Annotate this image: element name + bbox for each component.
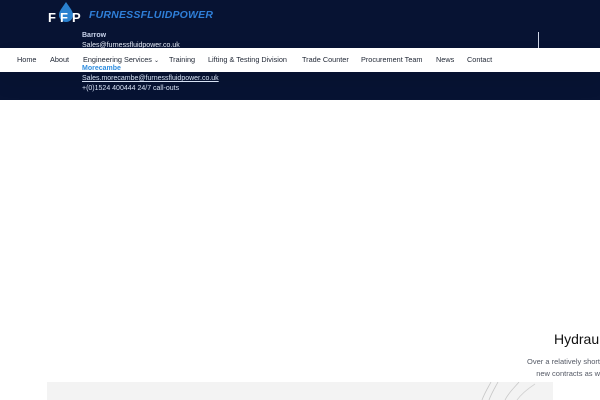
nav-item-home[interactable]: Home [17,48,36,72]
nav-item-contact[interactable]: Contact [467,48,492,72]
morecambe-label: Morecambe [82,65,121,72]
hero-text-line: Over a relatively short [527,357,600,366]
hero-description: Over a relatively short new contracts as… [510,356,600,380]
logo-wordmark: FURNESSFLUIDPOWER [89,9,214,21]
svg-text:F: F [48,10,56,25]
svg-text:P: P [72,10,81,25]
morecambe-contact: Morecambe Sales.morecambe@furnessfluidpo… [82,64,219,94]
nav-item-engineering-services-label: Engineering Services [83,55,152,64]
hero-text-line: new contracts as w [536,369,600,378]
nav-item-procurement-team[interactable]: Procurement Team [361,48,423,72]
hero-title: Hydrau [554,331,600,347]
nav-item-trade-counter[interactable]: Trade Counter [302,48,349,72]
decorative-lines-icon [481,382,536,400]
content-panel [47,382,553,400]
nav-item-lifting-testing[interactable]: Lifting & Testing Division [208,48,287,72]
site-logo[interactable]: F F P FURNESSFLUIDPOWER [46,0,213,30]
ffp-logo-mark-icon: F F P [46,0,86,30]
nav-item-about[interactable]: About [50,48,69,72]
barrow-label: Barrow [82,32,107,39]
nav-item-news[interactable]: News [436,48,454,72]
svg-text:F: F [60,10,68,25]
morecambe-phone[interactable]: +(0)1524 400444 24/7 call-outs [82,84,219,94]
morecambe-email-link[interactable]: Sales.morecambe@furnessfluidpower.co.uk [82,74,219,84]
